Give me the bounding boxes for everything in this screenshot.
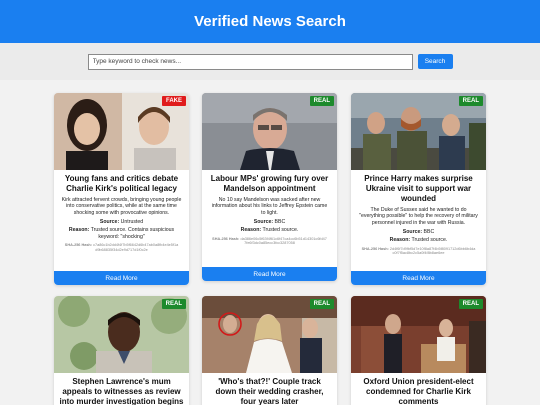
- hash-value: da386e06c5f63f4f61c6f47ca4cc6b51d14301c6…: [240, 236, 327, 246]
- verdict-badge: REAL: [309, 299, 334, 309]
- article-hash: SHA-256 Hash: da386e06c5f63f4f61c6f47ca4…: [202, 234, 337, 247]
- verdict-badge: REAL: [458, 299, 483, 309]
- search-input[interactable]: [87, 53, 413, 70]
- reason-label: Reason:: [68, 227, 90, 234]
- reason-value: Trusted source. Contains suspicious keyw…: [90, 227, 175, 240]
- article-source: Source: Untrusted: [54, 217, 189, 225]
- verdict-badge: REAL: [161, 299, 186, 309]
- read-more-button[interactable]: Read More: [202, 267, 337, 281]
- hash-label: SHA-256 Hash:: [212, 236, 240, 241]
- news-image: REAL: [351, 296, 486, 373]
- verdict-badge: REAL: [458, 96, 483, 106]
- news-image: REAL: [351, 93, 486, 170]
- search-bar: Search: [0, 43, 540, 80]
- page-title: Verified News Search: [194, 13, 346, 30]
- source-value: BBC: [423, 229, 435, 236]
- article-description: The Duke of Sussex said he wanted to do …: [359, 207, 478, 226]
- article-title[interactable]: Labour MPs' growing fury over Mandelson …: [202, 170, 337, 196]
- news-image: REAL: [202, 296, 337, 373]
- source-value: Untrusted: [120, 219, 144, 226]
- news-card: REAL Oxford Union president-elect condem…: [351, 296, 486, 405]
- article-description: No 10 say Mandelson was sacked after new…: [211, 197, 328, 216]
- news-image: REAL: [202, 93, 337, 170]
- article-hash: SHA-256 Hash: 2d4f6f7d9fbf5d7e10f8a87f4b…: [351, 244, 486, 257]
- news-card: REAL Prince Harry makes surprise Ukraine…: [351, 93, 486, 285]
- article-description: Kirk attracted fervent crowds, bringing …: [61, 197, 182, 216]
- reason-value: Trusted source.: [262, 227, 299, 234]
- reason-value: Trusted source.: [411, 237, 448, 244]
- news-card: FAKE Young fans and critics debate Charl…: [54, 93, 189, 285]
- news-card: REAL Stephen Lawrence's mum appeals to w…: [54, 296, 189, 405]
- verdict-badge: FAKE: [161, 96, 186, 106]
- hash-label: SHA-256 Hash:: [361, 246, 389, 251]
- reason-label: Reason:: [389, 237, 411, 244]
- news-image: FAKE: [54, 93, 189, 170]
- news-card: REAL Labour MPs' growing fury over Mande…: [202, 93, 337, 281]
- article-source: Source: BBC: [351, 227, 486, 235]
- hash-value: c7a86c1b2dd4f4f7b5f6642d6b47ab0a8fb4e4e5…: [93, 243, 179, 252]
- article-reason: Reason: Trusted source.: [202, 225, 337, 233]
- search-button[interactable]: Search: [417, 54, 453, 69]
- news-grid: FAKE Young fans and critics debate Charl…: [0, 80, 540, 405]
- source-label: Source:: [402, 229, 423, 236]
- hash-label: SHA-256 Hash:: [64, 243, 93, 248]
- article-title[interactable]: Oxford Union president-elect condemned f…: [351, 373, 486, 405]
- verdict-badge: REAL: [309, 96, 334, 106]
- hash-value: 2d4f6f7d9fbf5d7e10f8a87f4b5f8091712d6bb6…: [389, 246, 476, 256]
- article-reason: Reason: Trusted source.: [351, 235, 486, 243]
- article-reason: Reason: Trusted source. Contains suspici…: [54, 225, 189, 240]
- read-more-button[interactable]: Read More: [351, 271, 486, 285]
- news-card: REAL 'Who's that?!' Couple track down th…: [202, 296, 337, 405]
- article-hash: SHA-256 Hash: c7a86c1b2dd4f4f7b5f6642d6b…: [54, 240, 189, 253]
- source-label: Source:: [99, 219, 120, 226]
- news-image: REAL: [54, 296, 189, 373]
- article-title[interactable]: Stephen Lawrence's mum appeals to witnes…: [54, 373, 189, 405]
- app-header: Verified News Search: [0, 0, 540, 43]
- article-title[interactable]: 'Who's that?!' Couple track down their w…: [202, 373, 337, 405]
- article-source: Source: BBC: [202, 217, 337, 225]
- read-more-button[interactable]: Read More: [54, 271, 189, 285]
- reason-label: Reason:: [240, 227, 262, 234]
- source-value: BBC: [274, 219, 286, 226]
- source-label: Source:: [253, 219, 274, 226]
- article-title[interactable]: Prince Harry makes surprise Ukraine visi…: [351, 170, 486, 206]
- article-title[interactable]: Young fans and critics debate Charlie Ki…: [54, 170, 189, 196]
